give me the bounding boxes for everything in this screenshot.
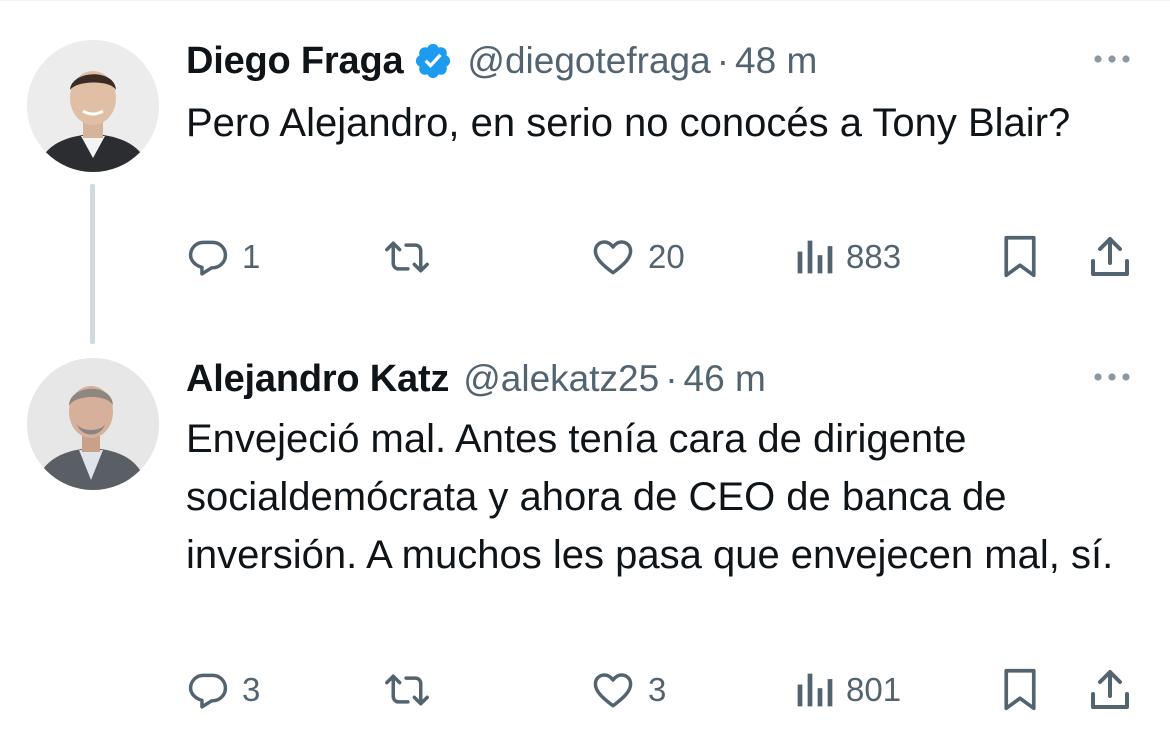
- timestamp[interactable]: 46 m: [684, 358, 766, 400]
- more-button[interactable]: [1090, 44, 1134, 74]
- avatar[interactable]: [27, 358, 159, 490]
- avatar[interactable]: [27, 40, 159, 172]
- views-button[interactable]: 801: [794, 662, 901, 718]
- more-button[interactable]: [1090, 362, 1134, 392]
- views-icon: [797, 673, 833, 707]
- retweet-icon: [385, 241, 429, 273]
- reply-icon: [188, 673, 228, 709]
- tweet-actions: 1 20 883: [186, 229, 1141, 285]
- handle[interactable]: @diegotefraga: [467, 40, 710, 82]
- view-count: 883: [846, 238, 902, 275]
- bookmark-icon: [1004, 235, 1036, 278]
- like-button[interactable]: 20: [590, 229, 685, 285]
- like-button[interactable]: 3: [590, 662, 666, 718]
- timestamp[interactable]: 48 m: [735, 40, 817, 82]
- share-button[interactable]: [1086, 662, 1134, 718]
- bookmark-button[interactable]: [998, 229, 1042, 285]
- thread-line: [90, 184, 95, 344]
- like-count: 3: [648, 671, 667, 708]
- retweet-button[interactable]: [382, 229, 444, 285]
- reply-button[interactable]: 3: [186, 662, 260, 718]
- views-icon: [797, 240, 833, 274]
- display-name[interactable]: Diego Fraga: [186, 40, 404, 83]
- tweet-header: Diego Fraga @diegotefraga · 48 m: [186, 38, 1140, 84]
- more-icon: [1094, 55, 1130, 63]
- tweet-text: Envejeció mal. Antes tenía cara de dirig…: [186, 417, 1114, 577]
- view-count: 801: [846, 671, 902, 708]
- tweet[interactable]: Diego Fraga @diegotefraga · 48 m Pero Al…: [0, 0, 1170, 344]
- tweet-header: Alejandro Katz @alekatz25 · 46 m: [186, 356, 1140, 402]
- separator-dot: ·: [665, 358, 678, 399]
- reply-count: 3: [242, 671, 261, 708]
- share-button[interactable]: [1086, 229, 1134, 285]
- separator-dot: ·: [716, 40, 730, 81]
- share-icon: [1091, 237, 1129, 276]
- bookmark-icon: [1004, 668, 1036, 711]
- handle[interactable]: @alekatz25: [463, 358, 659, 400]
- bookmark-button[interactable]: [998, 662, 1042, 718]
- reply-icon: [188, 240, 228, 276]
- share-icon: [1091, 670, 1129, 709]
- reply-button[interactable]: 1: [186, 229, 260, 285]
- retweet-button[interactable]: [382, 662, 444, 718]
- heart-icon: [593, 673, 633, 708]
- views-button[interactable]: 883: [794, 229, 901, 285]
- retweet-icon: [385, 674, 429, 706]
- tweet-text: Pero Alejandro, en serio no conocés a To…: [186, 101, 1071, 145]
- like-count: 20: [648, 238, 685, 275]
- more-icon: [1094, 373, 1130, 381]
- heart-icon: [593, 240, 633, 275]
- verified-badge-icon: [413, 41, 453, 81]
- reply-count: 1: [242, 238, 261, 275]
- tweet[interactable]: Alejandro Katz @alekatz25 · 46 m Envejec…: [0, 340, 1170, 736]
- tweet-actions: 3 3 801: [186, 662, 1141, 718]
- display-name[interactable]: Alejandro Katz: [186, 358, 449, 401]
